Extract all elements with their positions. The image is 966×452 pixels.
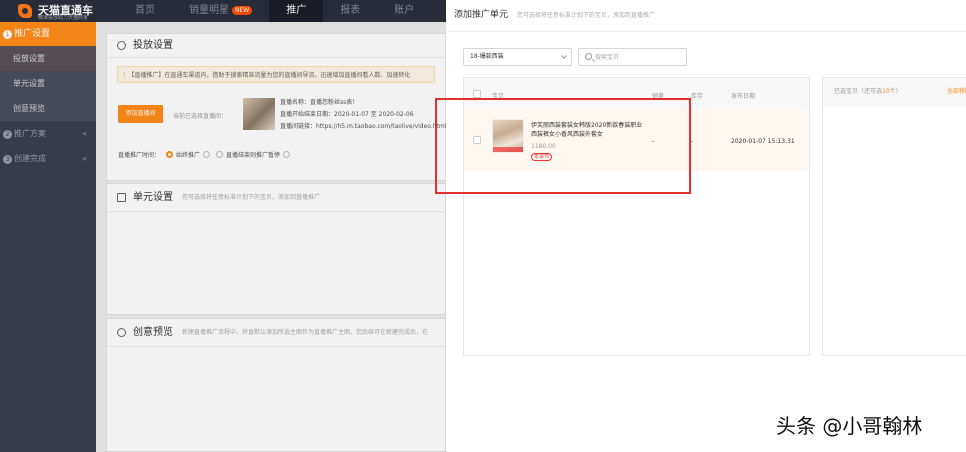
panel-subtitle: 您可选择将任意标准计划下的宝贝，添加到直播推广 xyxy=(516,12,655,19)
plan-select[interactable]: 18-爆款西装 xyxy=(463,48,572,66)
col-stock[interactable]: 库存 xyxy=(691,91,703,100)
item-search[interactable] xyxy=(578,48,687,66)
modal-overlay[interactable] xyxy=(0,0,446,452)
watermark: 头条 @小哥翰林 xyxy=(776,414,923,438)
add-unit-panel: 添加推广单元 您可选择将任意标准计划下的宝贝，添加到直播推广 18-爆款西装 宝… xyxy=(446,0,966,452)
item-date: 2020-01-07 15:13:31 xyxy=(731,138,795,145)
selected-header: 已选宝贝（还可选10个） 全部移除 xyxy=(823,78,966,107)
panel-title: 添加推广单元 xyxy=(454,10,509,20)
highlight-box xyxy=(435,98,691,194)
select-all-checkbox[interactable] xyxy=(473,90,481,98)
panel-header: 添加推广单元 您可选择将任意标准计划下的宝贝，添加到直播推广 xyxy=(446,0,966,32)
chevron-down-icon xyxy=(561,53,567,59)
selected-items-box: 已选宝贝（还可选10个） 全部移除 xyxy=(822,77,966,356)
search-icon xyxy=(585,53,592,60)
remaining-count: 10 xyxy=(882,88,890,95)
search-input[interactable] xyxy=(595,51,683,63)
item-stock: - xyxy=(691,138,694,145)
col-date[interactable]: 发布日期 xyxy=(731,91,755,100)
remove-all-link[interactable]: 全部移除 xyxy=(947,78,966,105)
